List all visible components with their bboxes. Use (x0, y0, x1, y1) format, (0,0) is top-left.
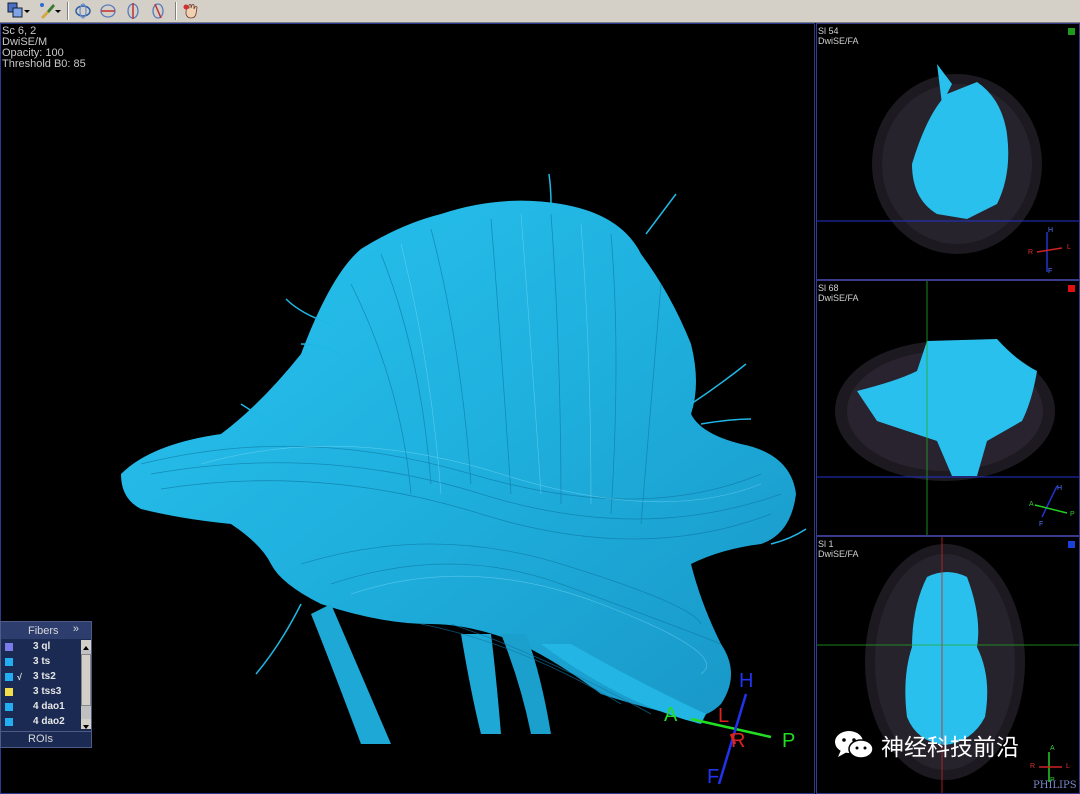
fiber-label: 3 ts2 (33, 671, 56, 682)
axis-label-left: L (718, 705, 730, 727)
toolbar-divider (175, 2, 177, 20)
fiber-list: 3 ql 3 ts √ 3 ts2 3 tss3 4 dao1 4 dao2 (1, 639, 91, 729)
brand-logo: PHILIPS (1033, 780, 1077, 791)
watermark-text: 神经科技前沿 (881, 735, 1019, 761)
axis-label-head: H (739, 670, 754, 692)
fiber-color-swatch (5, 702, 13, 711)
mini-axis-f: F (1048, 268, 1053, 275)
mini-axis-h: H (1048, 227, 1054, 234)
coronal-view-button[interactable] (147, 1, 169, 21)
fiber-label: 3 tss3 (33, 686, 62, 697)
mini-axis-r: R (1030, 763, 1036, 770)
fiber-visibility-check[interactable]: √ (17, 672, 25, 682)
main-3d-view[interactable]: Sc 6, 2 DwiSE/M Opacity: 100 Threshold B… (0, 23, 815, 794)
layout-icon (7, 2, 23, 18)
coronal-view-icon (152, 3, 164, 19)
scroll-thumb[interactable] (81, 654, 91, 706)
axial-view-icon (100, 4, 116, 18)
mini-axis-l: L (1067, 244, 1071, 251)
fiber-color-swatch (5, 717, 13, 726)
mini-axis-a: A (1029, 501, 1034, 508)
pan-button[interactable] (180, 1, 202, 21)
rotate-button[interactable] (72, 1, 94, 21)
axis-label-right: R (731, 730, 746, 752)
mini-axis-f: F (1039, 521, 1044, 528)
sagittal-view-icon (127, 3, 139, 19)
fiber-list-item[interactable]: 4 dao1 (1, 699, 91, 714)
axial-view-button[interactable] (97, 1, 119, 21)
toolbar-divider (67, 2, 69, 20)
fiber-list-item[interactable]: 3 ts (1, 654, 91, 669)
fiber-list-item[interactable]: 3 ql (1, 639, 91, 654)
chevron-down-icon (24, 10, 30, 13)
axis-label-foot: F (707, 766, 720, 788)
mini-axis-p: P (1070, 511, 1075, 518)
side-view-1[interactable]: Sl 54 DwiSE/FA H R L F (816, 23, 1080, 280)
fiber-color-swatch (5, 687, 13, 696)
mini-axis-r: R (1028, 249, 1034, 256)
fiber-label: 3 ts (33, 656, 51, 667)
fiber-label: 3 ql (33, 641, 51, 652)
sphere-rotate-icon (75, 3, 91, 19)
fiber-color-swatch (5, 657, 13, 666)
chevron-down-icon (55, 10, 61, 13)
fibers-panel: Fibers » 3 ql 3 ts √ 3 ts2 3 tss3 4 dao1 4 dao… (0, 621, 92, 748)
scroll-up-button[interactable] (81, 640, 91, 650)
fibers-panel-header[interactable]: Fibers » (1, 622, 91, 639)
fiber-list-item[interactable]: √ 3 ts2 (1, 669, 91, 684)
fiber-label: 4 dao1 (33, 701, 65, 712)
fiber-color-swatch (5, 642, 13, 651)
layout-button[interactable] (2, 1, 30, 21)
mini-axis-l: L (1066, 763, 1070, 770)
collapse-panel-button[interactable]: » (73, 623, 79, 635)
fiber-list-item[interactable]: 4 dao2 (1, 714, 91, 729)
fibers-panel-title: Fibers (28, 624, 59, 637)
fiber-color-swatch (5, 672, 13, 681)
watermark: 神经科技前沿 (833, 728, 1019, 762)
fiber-list-item[interactable]: 3 tss3 (1, 684, 91, 699)
chat-bubble-icon (835, 731, 874, 759)
side-view-2[interactable]: Sl 68 DwiSE/FA H A P F (816, 280, 1080, 536)
sagittal-view-button[interactable] (122, 1, 144, 21)
fiber-list-scrollbar[interactable] (81, 640, 91, 729)
axis-label-posterior: P (782, 730, 796, 752)
axis-label-anterior: A (664, 704, 678, 726)
toolbar (0, 0, 1080, 23)
mini-axis-a: A (1050, 745, 1055, 752)
hand-pan-icon (183, 4, 198, 19)
scroll-down-button[interactable] (81, 719, 91, 729)
brush-icon (40, 3, 55, 19)
fiber-label: 4 dao2 (33, 716, 65, 727)
rois-panel-header[interactable]: ROIs (0, 731, 92, 748)
mini-axis-h: H (1057, 485, 1063, 492)
slice-image (817, 64, 1079, 272)
slice-image (817, 281, 1079, 535)
brush-tool-button[interactable] (33, 1, 61, 21)
